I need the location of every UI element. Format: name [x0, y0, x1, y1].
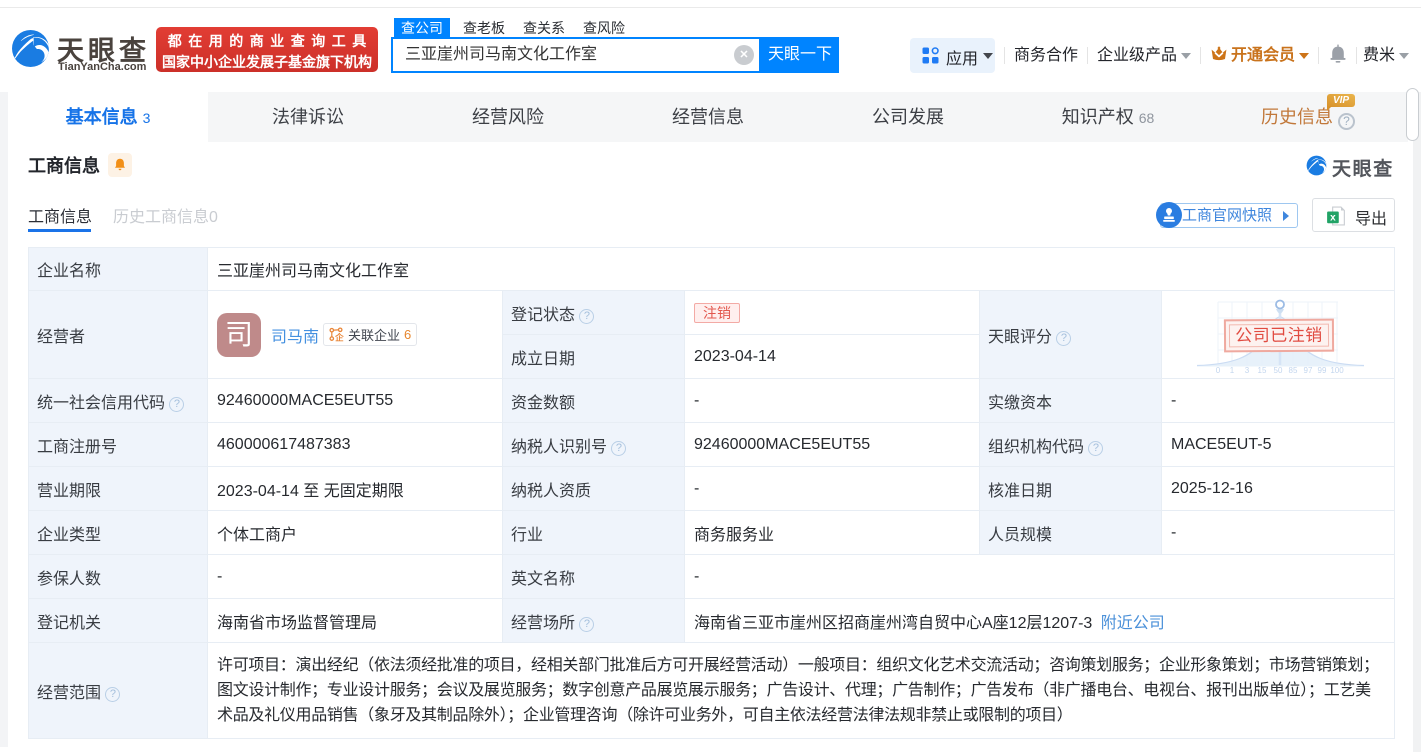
svg-text:100: 100	[1330, 366, 1344, 375]
svg-text:85: 85	[1289, 366, 1298, 375]
svg-text:1: 1	[1230, 366, 1235, 375]
svg-text:15: 15	[1258, 366, 1267, 375]
svg-text:97: 97	[1304, 366, 1313, 375]
svg-text:企: 企	[334, 333, 344, 342]
svg-text:99: 99	[1318, 366, 1327, 375]
svg-text:3: 3	[1245, 366, 1250, 375]
svg-text:0: 0	[1216, 366, 1221, 375]
svg-text:x: x	[1330, 213, 1336, 224]
svg-text:50: 50	[1274, 366, 1283, 375]
